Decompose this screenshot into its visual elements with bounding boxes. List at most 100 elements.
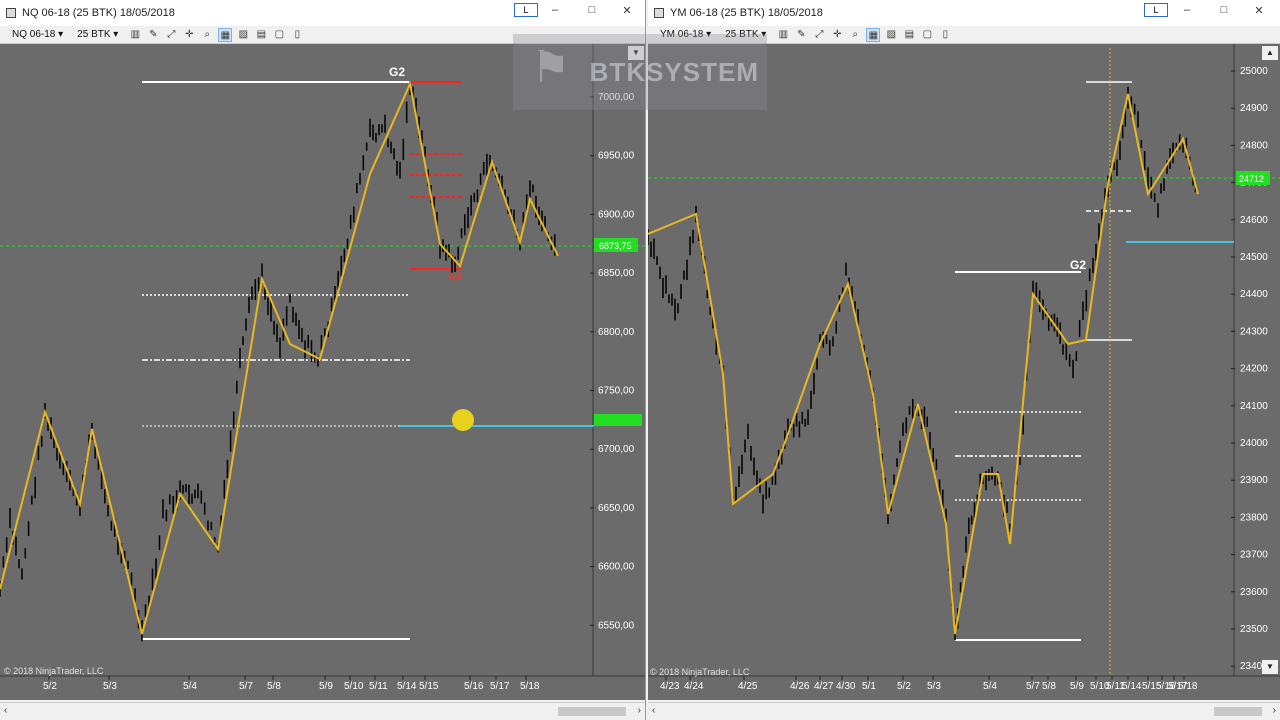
chart-scroll-down[interactable]: ▼: [1262, 660, 1278, 674]
scroll-right-arrow[interactable]: ›: [1273, 705, 1276, 716]
data-box-icon[interactable]: ▯: [290, 28, 304, 42]
interval-selector[interactable]: 25 BTK ▾: [73, 29, 124, 40]
draw-pencil-icon[interactable]: ✎: [794, 28, 808, 42]
price-tick-label: 23500: [1240, 624, 1268, 635]
indicators-icon[interactable]: ▦: [866, 27, 881, 42]
price-tick-label: 6700,00: [598, 444, 635, 455]
last-price-value: 6873,75: [599, 241, 632, 251]
date-tick-label: 5/9: [319, 681, 333, 692]
date-tick-label: 5/7: [1026, 681, 1040, 692]
minimize-button[interactable]: –: [1172, 4, 1202, 16]
ym-time-scrollbar[interactable]: ‹ ›: [648, 702, 1280, 720]
bars-type-icon[interactable]: ▥: [128, 28, 142, 42]
date-tick-label: 5/4: [983, 681, 997, 692]
plot-background: [648, 44, 1280, 700]
price-tick-label: 24600: [1240, 215, 1268, 226]
date-tick-label: 4/24: [684, 681, 704, 692]
date-tick-label: 5/15: [419, 681, 439, 692]
g2-bottom-label: G2: [448, 271, 463, 283]
price-tick-label: 23600: [1240, 587, 1268, 598]
price-tick-label: 6600,00: [598, 562, 635, 573]
g2-top-label: G2: [389, 65, 405, 79]
ym-chart-canvas[interactable]: 2500024900248002470024600245002440024300…: [648, 44, 1280, 700]
last-price-value: 24712: [1239, 174, 1264, 184]
link-button[interactable]: L: [514, 3, 538, 17]
date-tick-label: 5/16: [464, 681, 484, 692]
chart-app-icon: [654, 8, 664, 18]
instrument-selector[interactable]: NQ 06-18 ▾: [8, 29, 69, 40]
strategies-icon[interactable]: ▨: [236, 28, 250, 42]
price-tick-label: 24900: [1240, 103, 1268, 114]
scroll-thumb[interactable]: [558, 707, 626, 716]
chart-menu-dropdown[interactable]: ▲: [1262, 46, 1278, 60]
ym-titlebar: YM 06-18 (25 BTK) 18/05/2018 L – □ ✕: [648, 0, 1280, 26]
draw-tools-icon[interactable]: ⤢: [164, 28, 178, 42]
price-tick-label: 6750,00: [598, 386, 635, 397]
zoom-icon[interactable]: ⌕: [848, 28, 862, 42]
price-tick-label: 24100: [1240, 401, 1268, 412]
nq-chart-canvas[interactable]: 7000,006950,006900,006850,006800,006750,…: [0, 44, 646, 700]
date-tick-label: 5/17: [490, 681, 510, 692]
date-tick-label: 4/26: [790, 681, 810, 692]
crosshair-icon[interactable]: ✛: [830, 28, 844, 42]
date-tick-label: 5/2: [43, 681, 57, 692]
g2-label: G2: [1070, 258, 1086, 272]
close-button[interactable]: ✕: [612, 4, 642, 17]
price-tick-label: 6800,00: [598, 327, 635, 338]
price-tick-label: 23800: [1240, 512, 1268, 523]
date-tick-label: 5/1: [862, 681, 876, 692]
data-box-icon[interactable]: ▯: [938, 28, 952, 42]
draw-pencil-icon[interactable]: ✎: [146, 28, 160, 42]
templates-icon[interactable]: ▤: [254, 28, 268, 42]
copyright-text: © 2018 NinjaTrader, LLC: [4, 666, 104, 676]
nq-titlebar: NQ 06-18 (25 BTK) 18/05/2018 L – □ ✕: [0, 0, 645, 26]
date-tick-label: 5/9: [1070, 681, 1084, 692]
bars-type-icon[interactable]: ▥: [776, 28, 790, 42]
templates-icon[interactable]: ▤: [902, 28, 916, 42]
date-tick-label: 4/25: [738, 681, 758, 692]
date-tick-label: 5/4: [183, 681, 197, 692]
date-tick-label: 4/27: [814, 681, 834, 692]
minimize-button[interactable]: –: [540, 4, 570, 16]
price-tick-label: 25000: [1240, 66, 1268, 77]
btksystem-watermark: ⚑ BTKSYSTEM: [513, 34, 767, 110]
properties-icon[interactable]: ▢: [272, 28, 286, 42]
price-tick-label: 6550,00: [598, 620, 635, 631]
date-tick-label: 5/2: [897, 681, 911, 692]
marker-dot: [452, 409, 474, 431]
date-tick-label: 4/23: [660, 681, 680, 692]
price-tick-label: 24200: [1240, 364, 1268, 375]
watermark-logo-icon: ⚑: [531, 43, 571, 92]
chart-app-icon: [6, 8, 16, 18]
properties-icon[interactable]: ▢: [920, 28, 934, 42]
maximize-button[interactable]: □: [577, 4, 607, 16]
indicators-icon[interactable]: ▦: [218, 27, 233, 42]
date-tick-label: 5/8: [1042, 681, 1056, 692]
close-button[interactable]: ✕: [1244, 4, 1274, 17]
instrument-label: NQ 06-18: [12, 29, 56, 40]
draw-tools-icon[interactable]: ⤢: [812, 28, 826, 42]
date-tick-label: 5/11: [369, 681, 388, 692]
link-button[interactable]: L: [1144, 3, 1168, 17]
date-tick-label: 4/30: [836, 681, 856, 692]
scroll-right-arrow[interactable]: ›: [638, 705, 641, 716]
crosshair-icon[interactable]: ✛: [182, 28, 196, 42]
watermark-text: BTKSYSTEM: [589, 56, 759, 87]
strategies-icon[interactable]: ▨: [884, 28, 898, 42]
zoom-icon[interactable]: ⌕: [200, 28, 214, 42]
price-tick-label: 23700: [1240, 550, 1268, 561]
scroll-thumb[interactable]: [1214, 707, 1262, 716]
price-tick-label: 6850,00: [598, 268, 635, 279]
scroll-left-arrow[interactable]: ‹: [4, 705, 7, 716]
date-tick-label: 5/3: [103, 681, 117, 692]
ym-chart-panel[interactable]: 2500024900248002470024600245002440024300…: [648, 44, 1280, 700]
scroll-left-arrow[interactable]: ‹: [652, 705, 655, 716]
nq-time-scrollbar[interactable]: ‹ ›: [0, 702, 645, 720]
price-tick-label: 6650,00: [598, 503, 635, 514]
nq-chart-panel[interactable]: 7000,00 6950,00 6900,00 6850,00 6800,00 6750,…: [0, 44, 646, 700]
price-tick-label: 24800: [1240, 140, 1268, 151]
copyright-text: © 2018 NinjaTrader, LLC: [650, 667, 750, 677]
interval-label: 25 BTK: [77, 29, 111, 40]
maximize-button[interactable]: □: [1209, 4, 1239, 16]
date-tick-label: 5/14: [397, 681, 417, 692]
